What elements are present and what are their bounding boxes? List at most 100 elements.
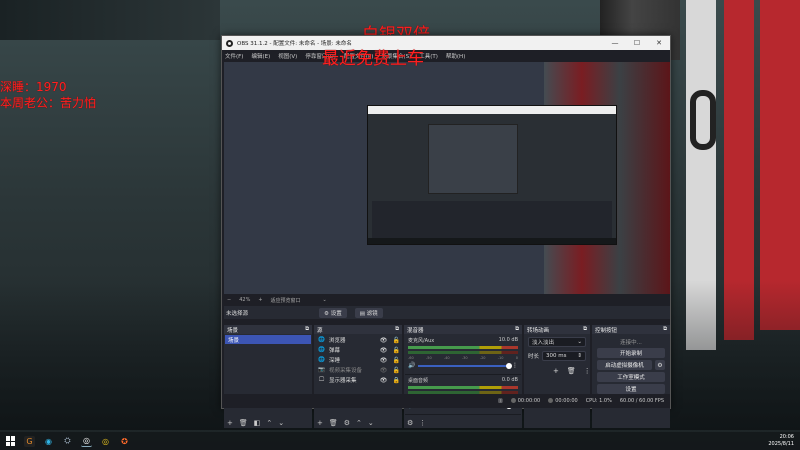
close-button[interactable]: ✕ bbox=[648, 39, 670, 47]
spinner-icon[interactable]: ⇕ bbox=[577, 353, 582, 359]
tick-label: -30 bbox=[461, 356, 468, 360]
trash-icon[interactable]: 🗑 bbox=[239, 419, 248, 427]
eye-icon[interactable]: 👁 bbox=[379, 377, 388, 384]
eye-icon[interactable]: 👁 bbox=[379, 337, 388, 344]
studio-mode-button[interactable]: 工作室模式 bbox=[597, 372, 665, 382]
source-item[interactable]: 🖵 显示器采集 👁 🔒 bbox=[315, 375, 401, 385]
settings-button[interactable]: 设置 bbox=[597, 384, 665, 394]
taskbar-clock[interactable]: 20:06 2025/8/11 bbox=[768, 434, 794, 448]
app-icon-g[interactable]: G bbox=[24, 435, 35, 447]
obs-taskbar-icon[interactable]: ◎ bbox=[81, 436, 92, 447]
chevron-down-icon[interactable]: ⌄ bbox=[323, 297, 327, 303]
scenes-dock: 场景 ⧉ 场景 + 🗑 ◧ ⌃ ⌄ bbox=[224, 325, 312, 428]
title-bar[interactable]: OBS 31.1.2 - 配置文件: 未命名 - 场景: 未命名 — ☐ ✕ bbox=[222, 36, 670, 50]
menu-file[interactable]: 文件(F) bbox=[225, 52, 243, 60]
source-item[interactable]: 🌐 深睡 👁 🔓 bbox=[315, 355, 401, 365]
menu-help[interactable]: 帮助(H) bbox=[446, 52, 465, 60]
trash-icon[interactable]: 🗑 bbox=[567, 367, 576, 375]
more-icon[interactable]: ⋮ bbox=[512, 362, 518, 369]
source-item[interactable]: 📷 视频采集设备 👁 🔓 bbox=[315, 365, 401, 375]
zoom-out-button[interactable]: − bbox=[227, 297, 231, 303]
scenes-dock-header[interactable]: 场景 ⧉ bbox=[224, 325, 312, 334]
move-down-icon[interactable]: ⌄ bbox=[368, 419, 374, 427]
menu-view[interactable]: 视图(V) bbox=[278, 52, 297, 60]
menu-edit[interactable]: 编辑(E) bbox=[251, 52, 270, 60]
undock-icon[interactable]: ⧉ bbox=[305, 326, 309, 333]
filter-icon[interactable]: ◧ bbox=[254, 419, 261, 427]
preview-mode-select[interactable]: 适应预览窗口 bbox=[271, 297, 301, 304]
sources-title: 源 bbox=[317, 327, 323, 334]
source-item[interactable]: 🌐 浏览器 👁 🔓 bbox=[315, 335, 401, 345]
sources-toolbar: + 🗑 ⚙ ⌃ ⌄ bbox=[314, 417, 402, 428]
stream-time: 00:00:00 bbox=[517, 398, 541, 404]
transition-select[interactable]: 淡入淡出 ⌄ bbox=[528, 337, 586, 347]
duration-input[interactable]: 300 ms ⇕ bbox=[542, 351, 586, 361]
rec-time: 00:00:00 bbox=[555, 398, 578, 404]
undock-icon[interactable]: ⧉ bbox=[663, 326, 667, 333]
sources-dock-header[interactable]: 源 ⧉ bbox=[314, 325, 402, 334]
move-down-icon[interactable]: ⌄ bbox=[278, 419, 284, 427]
add-icon[interactable]: + bbox=[317, 419, 323, 427]
channel-db: 10.0 dB bbox=[498, 337, 518, 343]
slider-handle[interactable] bbox=[506, 362, 512, 369]
mixer-dock-header[interactable]: 混音器 ⧉ bbox=[404, 325, 522, 334]
gear-icon[interactable]: ⚙ bbox=[655, 360, 665, 370]
tick-label: -40 bbox=[443, 356, 450, 360]
eye-icon[interactable]: 👁 bbox=[379, 357, 388, 364]
controls-dock: 控制按钮 ⧉ 连接中... 开始录制 启动虚拟摄像机 ⚙ 工作室模式 设置 bbox=[592, 325, 670, 428]
more-icon[interactable]: ⋮ bbox=[419, 419, 426, 427]
transitions-dock-header[interactable]: 转场动画 ⧉ bbox=[524, 325, 590, 334]
source-name: 视频采集设备 bbox=[329, 368, 363, 374]
windows-start-icon[interactable] bbox=[6, 436, 16, 446]
sources-dock: 源 ⧉ 🌐 浏览器 👁 🔓 🌐 弹幕 👁 🔓 🌐 深睡 👁 🔓 📷 视频采集设备… bbox=[314, 325, 402, 428]
maximize-button[interactable]: ☐ bbox=[626, 39, 648, 47]
add-icon[interactable]: + bbox=[227, 419, 233, 427]
add-icon[interactable]: + bbox=[553, 367, 559, 375]
rec-dot-icon bbox=[548, 398, 554, 403]
unlock-icon[interactable]: 🔓 bbox=[392, 357, 401, 364]
unlock-icon[interactable]: 🔓 bbox=[392, 347, 401, 354]
advanced-audio-icon[interactable]: ⚙ bbox=[407, 419, 413, 427]
scene-item[interactable]: 场景 bbox=[225, 335, 311, 344]
unlock-icon[interactable]: 🔓 bbox=[392, 367, 401, 374]
zoom-level: 42% bbox=[239, 297, 251, 303]
trash-icon[interactable]: 🗑 bbox=[329, 419, 338, 427]
preview-canvas[interactable] bbox=[224, 62, 670, 294]
mixer-toolbar: ⚙ ⋮ bbox=[404, 417, 522, 428]
undock-icon[interactable]: ⧉ bbox=[395, 326, 399, 333]
preview-zoom-strip: − 42% + 适应预览窗口 ⌄ bbox=[224, 295, 670, 305]
more-icon[interactable]: ⋮ bbox=[584, 367, 591, 375]
virtual-camera-button[interactable]: 启动虚拟摄像机 bbox=[597, 360, 652, 370]
undock-icon[interactable]: ⧉ bbox=[583, 326, 587, 333]
network-icon: ▥ bbox=[498, 398, 503, 404]
gear-icon[interactable]: ⚙ bbox=[344, 419, 350, 427]
clock-date: 2025/8/11 bbox=[768, 441, 794, 447]
move-up-icon[interactable]: ⌃ bbox=[356, 419, 362, 427]
orange-app-icon[interactable]: ✪ bbox=[119, 436, 130, 447]
meter-ticks: -60 -50 -40 -30 -20 -10 0 bbox=[408, 356, 518, 360]
steam-icon[interactable]: ⛭ bbox=[62, 436, 73, 447]
properties-button[interactable]: ⚙ 设置 bbox=[319, 307, 347, 318]
move-up-icon[interactable]: ⌃ bbox=[266, 419, 272, 427]
edge-browser-icon[interactable]: ◉ bbox=[43, 436, 54, 447]
volume-slider[interactable] bbox=[418, 362, 512, 369]
controls-dock-header[interactable]: 控制按钮 ⧉ bbox=[592, 325, 670, 334]
minimize-button[interactable]: — bbox=[604, 39, 626, 47]
rec-timer: 00:00:00 bbox=[548, 398, 578, 404]
zoom-in-button[interactable]: + bbox=[258, 297, 262, 303]
start-recording-button[interactable]: 开始录制 bbox=[597, 348, 665, 358]
eye-icon[interactable]: 👁 bbox=[379, 347, 388, 354]
speaker-icon[interactable]: 🔊 bbox=[408, 362, 415, 369]
filters-button[interactable]: ▤ 滤镜 bbox=[354, 307, 383, 318]
lock-icon[interactable]: 🔒 bbox=[392, 377, 401, 384]
undock-icon[interactable]: ⧉ bbox=[515, 326, 519, 333]
eye-hidden-icon[interactable]: 👁 bbox=[379, 367, 388, 374]
source-item[interactable]: 🌐 弹幕 👁 🔓 bbox=[315, 345, 401, 355]
fps-readout: 60.00 / 60.00 FPS bbox=[619, 398, 664, 404]
overlay-text-top2: 最近免费上车 bbox=[322, 49, 424, 69]
yellow-app-icon[interactable]: ◎ bbox=[100, 436, 111, 447]
wallpaper-shelf bbox=[0, 0, 220, 40]
browser-source-icon: 🌐 bbox=[318, 347, 325, 353]
chevron-down-icon: ⌄ bbox=[577, 339, 582, 345]
unlock-icon[interactable]: 🔓 bbox=[392, 337, 401, 344]
